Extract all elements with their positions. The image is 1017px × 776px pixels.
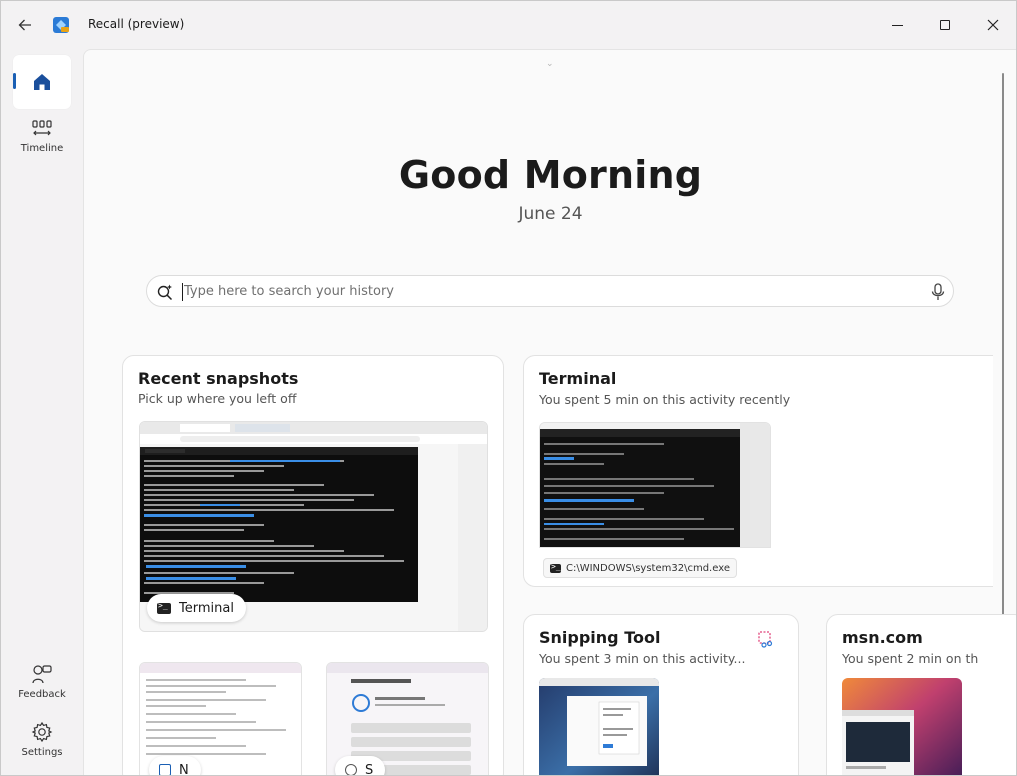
snipping-tool-icon xyxy=(753,626,779,652)
gear-icon xyxy=(31,721,53,743)
sidebar-item-label: Timeline xyxy=(20,143,64,154)
card-title: msn.com xyxy=(842,628,923,647)
search-input[interactable] xyxy=(184,279,904,303)
sidebar-item-home[interactable] xyxy=(13,55,71,109)
sidebar-item-label: Feedback xyxy=(18,689,66,700)
terminal-icon xyxy=(157,601,171,614)
settings-app-icon xyxy=(345,764,357,775)
notepad-icon xyxy=(159,764,171,775)
maximize-icon xyxy=(940,20,950,30)
app-badge-notepad[interactable]: N xyxy=(149,756,201,776)
home-icon xyxy=(34,74,50,90)
sidebar-item-timeline[interactable]: Timeline xyxy=(13,119,71,154)
card-subtitle: Pick up where you left off xyxy=(138,391,297,406)
microphone-icon[interactable] xyxy=(930,283,946,301)
snipping-thumbnail[interactable] xyxy=(539,678,659,775)
back-button[interactable] xyxy=(13,13,37,37)
msn-activity-card[interactable]: msn.com You spent 2 min on th xyxy=(826,614,1016,775)
recent-snapshots-card: Recent snapshots Pick up where you left … xyxy=(122,355,504,776)
back-arrow-icon xyxy=(18,19,31,31)
card-subtitle: You spent 5 min on this activity recentl… xyxy=(539,392,791,407)
card-title: Terminal xyxy=(539,369,617,388)
app-path-badge: C:\WINDOWS\system32\cmd.exe xyxy=(543,558,737,578)
text-caret xyxy=(182,283,183,301)
greeting-title: Good Morning xyxy=(398,153,703,197)
terminal-thumbnail[interactable] xyxy=(539,422,771,548)
msn-thumbnail[interactable] xyxy=(842,678,962,775)
sidebar-item-label: Settings xyxy=(21,747,63,758)
card-subtitle: You spent 3 min on this activity... xyxy=(539,651,746,666)
card-title: Snipping Tool xyxy=(539,628,661,647)
collapse-chevron-icon[interactable]: ⌄ xyxy=(546,59,554,69)
feedback-icon xyxy=(32,665,52,684)
recall-window: Recall (preview) Timeline Feedback Setti… xyxy=(0,0,1017,776)
close-icon xyxy=(987,19,999,31)
recall-app-icon xyxy=(53,17,69,33)
app-path-label: C:\WINDOWS\system32\cmd.exe xyxy=(566,562,730,574)
card-title: Recent snapshots xyxy=(138,369,299,388)
badge-label: Terminal xyxy=(179,600,234,616)
timeline-icon xyxy=(32,120,52,136)
card-subtitle: You spent 2 min on th xyxy=(842,651,979,666)
selected-indicator xyxy=(13,73,16,89)
badge-label: N xyxy=(179,762,189,776)
date-label: June 24 xyxy=(518,204,583,224)
sidebar-item-feedback[interactable]: Feedback xyxy=(13,663,71,700)
cmd-icon xyxy=(550,562,561,573)
badge-label: S xyxy=(365,762,374,776)
title-bar: Recall (preview) xyxy=(1,1,1016,49)
minimize-button[interactable] xyxy=(882,11,912,39)
msn-preview-image xyxy=(842,678,962,775)
maximize-button[interactable] xyxy=(930,11,960,39)
sidebar-item-settings[interactable]: Settings xyxy=(13,721,71,758)
app-badge-settings[interactable]: S xyxy=(335,756,386,776)
app-badge-terminal[interactable]: Terminal xyxy=(147,594,246,622)
minimize-icon xyxy=(891,24,903,26)
search-box[interactable] xyxy=(146,275,954,307)
terminal-activity-card[interactable]: Terminal You spent 5 min on this activit… xyxy=(523,355,993,587)
close-button[interactable] xyxy=(978,11,1008,39)
terminal-preview-image xyxy=(540,423,770,547)
snipping-preview-image xyxy=(539,678,659,775)
window-title: Recall (preview) xyxy=(88,17,185,31)
search-sparkle-icon xyxy=(157,284,173,301)
